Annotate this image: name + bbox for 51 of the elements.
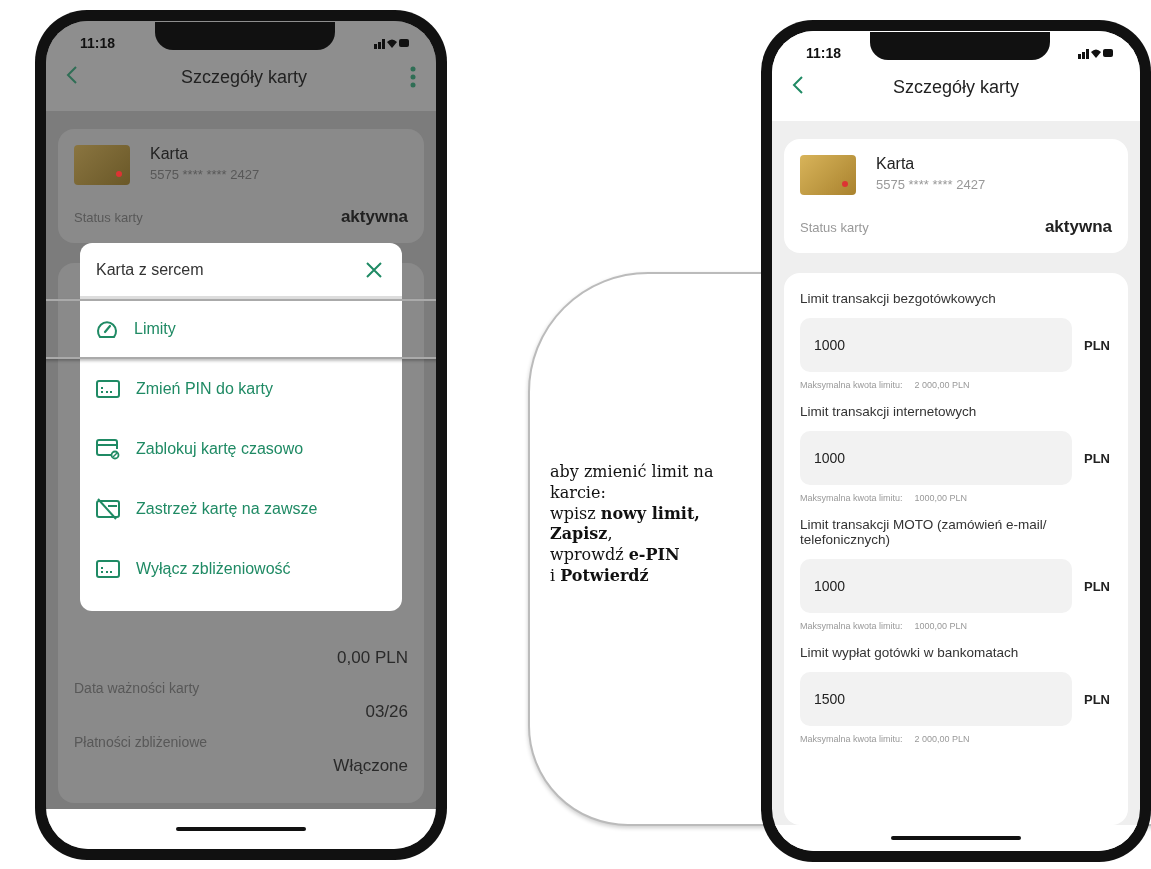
currency-label: PLN — [1084, 691, 1111, 707]
menu-item[interactable]: Zablokuj kartę czasowo — [80, 419, 402, 479]
back-icon[interactable] — [792, 75, 804, 95]
status-value: aktywna — [340, 207, 408, 227]
card-name: Karta — [876, 155, 916, 173]
card-icon — [96, 559, 120, 579]
max-limit-value: 1000,00 PLN — [914, 621, 968, 631]
currency-label: PLN — [1084, 578, 1111, 594]
limit-input[interactable]: 1000 — [800, 318, 1072, 372]
currency-label: PLN — [1084, 337, 1111, 353]
max-limit-value: 2 000,00 PLN — [914, 380, 970, 390]
limit-label: Limit transakcji bezgotówkowych — [800, 291, 997, 306]
gauge-icon — [96, 318, 118, 340]
status-label: Status karty — [800, 220, 869, 235]
detail-value: Włączone — [333, 756, 408, 776]
max-limit-value: 1000,00 PLN — [914, 493, 968, 503]
status-time: 11:18 — [806, 45, 842, 61]
status-value: aktywna — [1044, 217, 1112, 237]
status-icons-icon — [374, 37, 410, 49]
menu-item[interactable]: Wyłącz zbliżeniowość — [80, 539, 402, 599]
card-number: 5575 **** **** 2427 — [876, 177, 986, 192]
menu-item[interactable]: Zmień PIN do karty — [80, 359, 402, 419]
card-image — [74, 145, 130, 185]
limit-input[interactable]: 1000 — [800, 431, 1072, 485]
max-limit-label: Maksymalna kwota limitu: — [800, 621, 903, 631]
menu-item[interactable]: Limity — [80, 299, 402, 359]
popup-title: Karta z sercem — [96, 260, 204, 279]
detail-value: 03/26 — [365, 702, 408, 722]
limit-label: Limit wypłat gotówki w bankomatach — [800, 645, 1020, 660]
card-name: Karta — [150, 145, 190, 163]
limit-label: Limit transakcji MOTO (zamówień e-mail/ telefonicznych) — [800, 517, 1048, 547]
instruction-text: aby zmienić limit na karcie: wpisz nowy limit, Zapisz, wprowdź e-PIN i Potwierdź — [550, 462, 715, 587]
limit-label: Limit transakcji internetowych — [800, 404, 978, 419]
limit-input[interactable]: 1000 — [800, 559, 1072, 613]
status-time: 11:18 — [80, 35, 116, 51]
max-limit-label: Maksymalna kwota limitu: — [800, 493, 903, 503]
max-limit-value: 2 000,00 PLN — [914, 734, 970, 744]
close-icon[interactable] — [366, 261, 382, 278]
limit-input[interactable]: 1500 — [800, 672, 1072, 726]
max-limit-label: Maksymalna kwota limitu: — [800, 734, 903, 744]
status-icons-icon — [1078, 47, 1114, 59]
detail-value: 0,00 PLN — [337, 648, 408, 668]
screen-title: Szczegóły karty — [892, 76, 1019, 98]
menu-item[interactable]: Zastrzeż kartę na zawsze — [80, 479, 402, 539]
card-icon — [96, 379, 120, 399]
max-limit-label: Maksymalna kwota limitu: — [800, 380, 903, 390]
card-image — [800, 155, 856, 195]
card-slash-icon — [96, 498, 120, 520]
card-lock-icon — [96, 438, 120, 460]
currency-label: PLN — [1084, 450, 1111, 466]
screen-title: Szczegóły karty — [180, 66, 307, 88]
